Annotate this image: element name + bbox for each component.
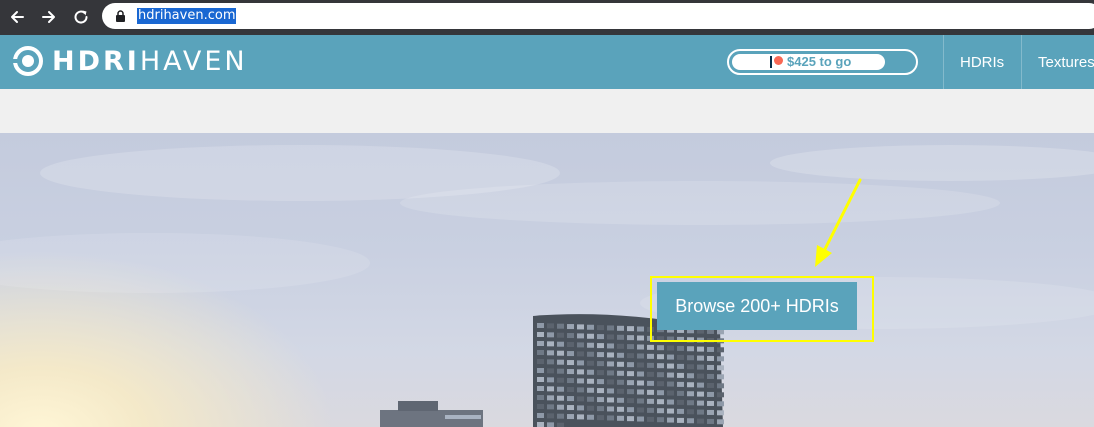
building-small bbox=[380, 401, 483, 427]
patreon-goal-widget[interactable]: $425 to go bbox=[727, 49, 918, 75]
arrow-right-icon bbox=[42, 11, 55, 23]
site-logo[interactable]: HDRIHAVEN bbox=[12, 45, 248, 77]
nav-textures[interactable]: Textures bbox=[1021, 35, 1094, 89]
annotation-arrow bbox=[815, 178, 862, 267]
site-header: HDRIHAVEN $425 to go HDRIs Textures bbox=[0, 35, 1094, 89]
logo-bold-text: HDRI bbox=[52, 45, 140, 77]
forward-button[interactable] bbox=[37, 6, 61, 28]
reload-button[interactable] bbox=[69, 6, 93, 28]
browse-hdris-button[interactable]: Browse 200+ HDRIs bbox=[657, 282, 857, 330]
patreon-goal-text: $425 to go bbox=[787, 54, 852, 69]
url-text: hdrihaven.com bbox=[137, 8, 237, 24]
building-tower bbox=[533, 314, 724, 427]
reload-icon bbox=[74, 10, 88, 24]
patreon-icon bbox=[770, 56, 783, 68]
back-button[interactable] bbox=[5, 6, 29, 28]
arrow-left-icon bbox=[11, 11, 24, 23]
patreon-goal-bar: $425 to go bbox=[732, 54, 885, 70]
logo-icon bbox=[12, 46, 43, 76]
sub-header-band bbox=[0, 89, 1094, 133]
browser-toolbar: hdrihaven.com bbox=[0, 0, 1094, 35]
lock-icon bbox=[116, 10, 125, 22]
hero-background-image bbox=[0, 145, 1094, 427]
address-bar[interactable]: hdrihaven.com bbox=[102, 3, 1094, 29]
logo-wordmark: HDRIHAVEN bbox=[52, 46, 248, 77]
nav-hdris[interactable]: HDRIs bbox=[943, 35, 1021, 89]
hero-banner bbox=[0, 133, 1094, 427]
logo-light-text: HAVEN bbox=[139, 45, 248, 77]
